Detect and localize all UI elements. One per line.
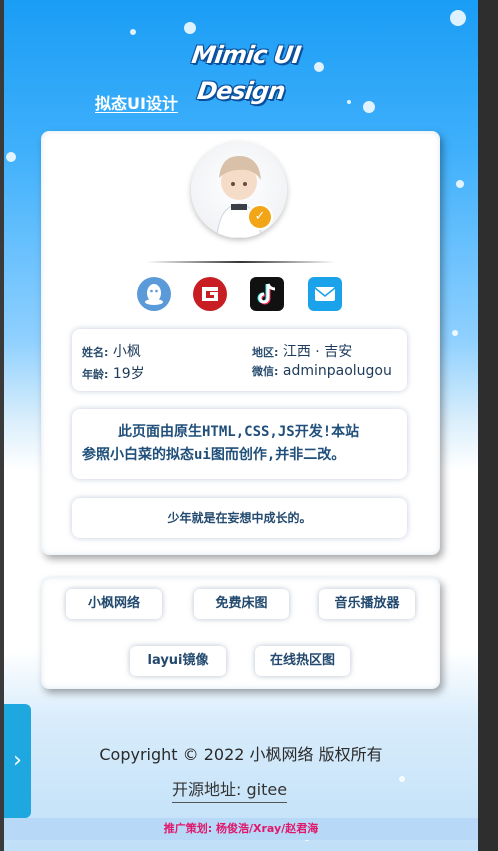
email-button[interactable] [308,277,342,311]
links-card: 小枫网络 免费床图 音乐播放器 layui镜像 在线热区图 [41,577,440,689]
description-line: 参照小白菜的拟态ui图而创作,并非二改。 [82,447,346,463]
snow-dot [184,22,196,34]
source-label: 开源地址: [172,780,242,799]
link-button-online-hotspot-map[interactable]: 在线热区图 [255,646,350,676]
qq-penguin-icon [145,284,163,305]
region-label: 地区: [252,346,279,359]
age-row: 年龄: 19岁 [82,363,145,383]
side-toggle-tab[interactable]: › [4,704,31,818]
page: Mimic UI Design 拟态UI设计 ✓ 姓名: 小枫 年龄: 19岁 … [4,0,478,851]
snow-dot [456,180,464,188]
snow-dot [450,10,466,26]
description-line: 此页面由原生HTML,CSS,JS开发!本站 [118,424,360,440]
qq-button[interactable] [137,277,171,311]
copyright-text: Copyright © 2022 小枫网络 版权所有 [99,745,383,764]
snow-dot [399,776,405,782]
age-value: 19岁 [112,366,145,382]
snow-dot [6,152,16,162]
profile-info-box: 姓名: 小枫 年龄: 19岁 地区: 江西 · 吉安 微信: adminpaol… [72,329,407,391]
source-link-row: 开源地址: gitee [172,776,288,803]
gitee-logo-icon [202,287,218,301]
motto-box: 少年就是在妄想中成长的。 [72,498,407,538]
snow-dot [347,100,351,104]
page-subtitle[interactable]: 拟态UI设计 [95,90,178,114]
site-logo[interactable]: Mimic UI Design [155,37,336,105]
wechat-label: 微信: [252,365,279,378]
chevron-right-icon: › [13,748,22,773]
snow-dot [130,29,136,35]
name-row: 姓名: 小枫 [82,341,141,361]
avatar-illustration [216,156,262,238]
scrollbar[interactable] [478,0,498,851]
region-value: 江西 · 吉安 [282,344,353,360]
region-row: 地区: 江西 · 吉安 [252,341,352,361]
tiktok-logo-icon [257,283,276,305]
age-label: 年龄: [82,368,109,381]
envelope-icon [314,287,336,301]
gitee-source-link[interactable]: gitee [247,780,288,799]
link-button-layui-mirror[interactable]: layui镜像 [130,646,226,676]
name-label: 姓名: [82,346,109,359]
avatar [191,142,287,238]
name-value: 小枫 [112,344,141,360]
snow-dot [363,101,375,113]
promo-banner: 推广策划: 杨俊浩/Xray/赵君海 [4,818,478,840]
tiktok-button[interactable] [250,277,284,311]
description-box: 此页面由原生HTML,CSS,JS开发!本站 参照小白菜的拟态ui图而创作,并非… [72,409,407,479]
wechat-value: adminpaolugou [282,363,392,379]
snow-dot [452,330,458,336]
profile-card: ✓ 姓名: 小枫 年龄: 19岁 地区: 江西 · 吉安 微信: adminpa… [41,131,440,555]
divider [146,261,336,263]
link-button-free-image-host[interactable]: 免费床图 [194,589,289,619]
gitee-button[interactable] [193,277,227,311]
wechat-row: 微信: adminpaolugou [252,363,392,379]
link-button-xiaofeng-network[interactable]: 小枫网络 [66,589,162,619]
verified-badge-icon: ✓ [247,204,273,230]
link-button-music-player[interactable]: 音乐播放器 [319,589,415,619]
